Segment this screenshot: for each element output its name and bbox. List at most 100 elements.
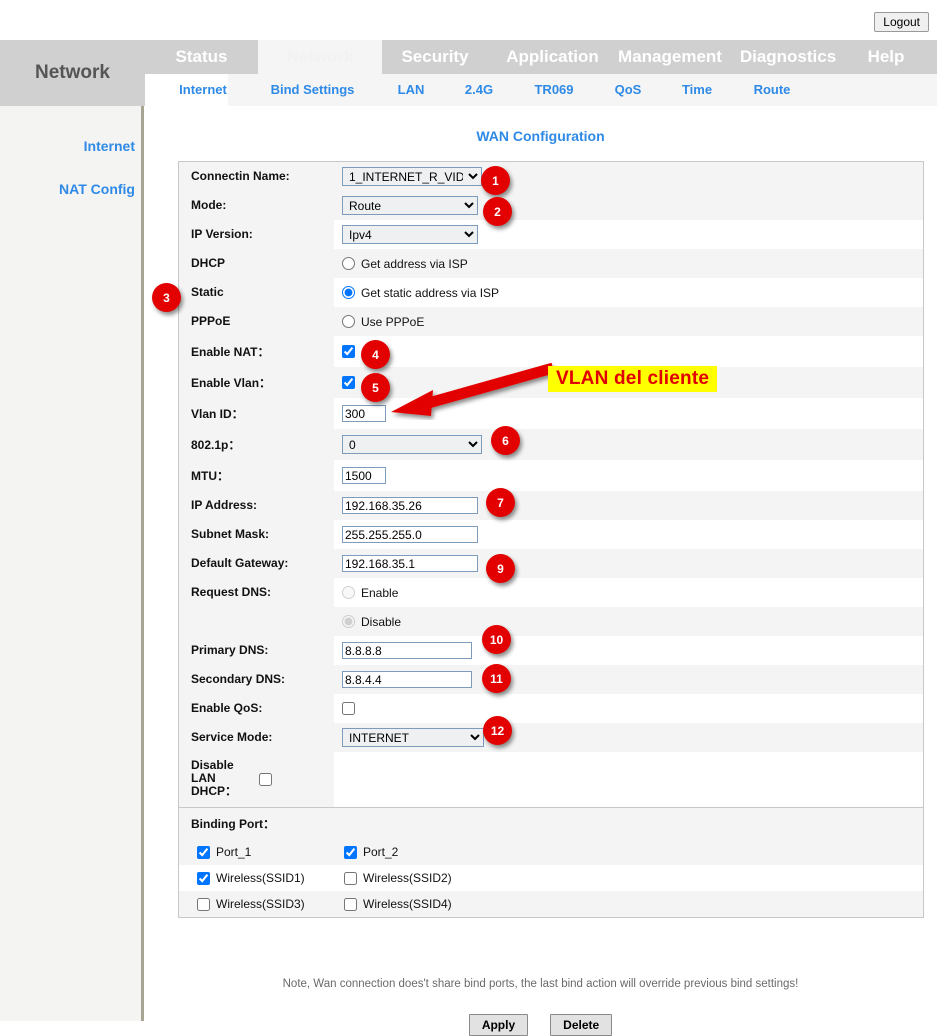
sidebar: Internet NAT Config [0,106,144,1021]
port2-label: Port_2 [363,845,398,859]
apply-button[interactable]: Apply [469,1014,528,1036]
request-dns-enable-group[interactable]: Enable [342,586,398,600]
disable-lan-dhcp-checkbox[interactable] [259,773,272,786]
vlan-id-input[interactable] [342,405,386,422]
request-dns-disable-radio[interactable] [342,615,355,628]
request-dns-enable-radio[interactable] [342,586,355,599]
label-static: Static [179,278,334,307]
row-enable-qos: Enable QoS: [179,694,923,723]
row-binding-port-header: Binding Port： [179,807,923,839]
label-secondary-dns: Secondary DNS: [179,665,334,694]
label-binding-port: Binding Port： [179,808,334,839]
value-default-gateway [334,549,923,578]
binding-cell-ssid2[interactable]: Wireless(SSID2) [334,865,923,891]
dhcp-radio-group[interactable]: Get address via ISP [342,257,468,271]
port1-checkbox[interactable] [197,846,210,859]
mtu-input[interactable] [342,467,386,484]
row-default-gateway: Default Gateway: [179,549,923,578]
main-tab-network[interactable]: Network [258,40,382,74]
sub-tab-tr069[interactable]: TR069 [519,74,589,106]
row-disable-lan-dhcp: Disable LAN DHCP： [179,752,923,807]
value-mtu [334,460,923,491]
enable-nat-checkbox[interactable] [342,345,355,358]
annotation-badge-6: 6 [491,426,520,455]
sub-tab-internet[interactable]: Internet [158,74,248,106]
value-secondary-dns [334,665,923,694]
static-radio-group[interactable]: Get static address via ISP [342,286,499,300]
row-primary-dns: Primary DNS: [179,636,923,665]
sidebar-item-internet[interactable]: Internet [84,138,135,154]
annotation-badge-11: 11 [482,664,511,693]
secondary-dns-input[interactable] [342,671,472,688]
ssid3-checkbox[interactable] [197,898,210,911]
label-pppoe: PPPoE [179,307,334,336]
connection-name-select[interactable]: 1_INTERNET_R_VID_300 [342,167,482,186]
label-enable-vlan: Enable Vlan： [179,367,334,398]
label-subnet-mask: Subnet Mask: [179,520,334,549]
label-vlan-id: Vlan ID： [179,398,334,429]
ip-address-input[interactable] [342,497,478,514]
value-ip-address [334,491,923,520]
delete-button[interactable]: Delete [550,1014,612,1036]
sub-tab-route[interactable]: Route [738,74,806,106]
mode-select[interactable]: Route [342,196,478,215]
static-radio[interactable] [342,286,355,299]
binding-cell-ssid1[interactable]: Wireless(SSID1) [179,865,334,891]
pppoe-radio-group[interactable]: Use PPPoE [342,315,424,329]
main-tab-status[interactable]: Status [145,40,258,74]
enable-qos-checkbox[interactable] [342,702,355,715]
ssid2-checkbox[interactable] [344,872,357,885]
row-connection-name: Connectin Name: 1_INTERNET_R_VID_300 [179,162,923,191]
row-static: Static Get static address via ISP [179,278,923,307]
primary-dns-input[interactable] [342,642,472,659]
ssid1-checkbox[interactable] [197,872,210,885]
dhcp-radio[interactable] [342,257,355,270]
default-gateway-input[interactable] [342,555,478,572]
binding-cell-port2[interactable]: Port_2 [334,839,923,865]
form-buttons: Apply Delete [144,1014,937,1036]
main-tab-help[interactable]: Help [853,40,919,74]
row-mode: Mode: Route [179,191,923,220]
main-tab-security[interactable]: Security [382,40,488,74]
label-dhcp: DHCP [179,249,334,278]
annotation-badge-5: 5 [361,373,390,402]
value-static: Get static address via ISP [334,278,923,307]
binding-cell-port1[interactable]: Port_1 [179,839,334,865]
request-dns-enable-label: Enable [361,586,398,600]
binding-cell-ssid4[interactable]: Wireless(SSID4) [334,891,923,917]
row-service-mode: Service Mode: INTERNET [179,723,923,752]
main-tab-diagnostics[interactable]: Diagnostics [723,40,853,74]
label-mtu: MTU： [179,460,334,491]
label-primary-dns: Primary DNS: [179,636,334,665]
sidebar-item-nat-config[interactable]: NAT Config [59,181,135,197]
sub-tab-time[interactable]: Time [667,74,727,106]
sub-tab-bind-settings[interactable]: Bind Settings [250,74,375,106]
subnet-mask-input[interactable] [342,526,478,543]
annotation-arrow-icon [385,360,560,420]
row-ip-version: IP Version: Ipv4 [179,220,923,249]
service-mode-select[interactable]: INTERNET [342,728,484,747]
port2-checkbox[interactable] [344,846,357,859]
label-request-dns: Request DNS: [179,578,334,607]
dhcp-option-label: Get address via ISP [361,257,468,271]
enable-vlan-checkbox[interactable] [342,376,355,389]
binding-row-2: Wireless(SSID1) Wireless(SSID2) [179,865,923,891]
sub-tab-24g[interactable]: 2.4G [449,74,509,106]
main-tab-application[interactable]: Application [488,40,617,74]
request-dns-disable-group[interactable]: Disable [342,615,401,629]
ip-version-select[interactable]: Ipv4 [342,225,478,244]
logout-button[interactable]: Logout [874,12,929,32]
dot1p-select[interactable]: 0 [342,435,482,454]
binding-cell-ssid3[interactable]: Wireless(SSID3) [179,891,334,917]
value-primary-dns [334,636,923,665]
pppoe-radio[interactable] [342,315,355,328]
bind-note: Note, Wan connection does't share bind p… [144,978,937,990]
sub-tab-qos[interactable]: QoS [598,74,658,106]
label-ip-version: IP Version: [179,220,334,249]
content-area: Internet NAT Config WAN Configuration Co… [0,106,937,1021]
main-panel: WAN Configuration Connectin Name: 1_INTE… [144,106,937,1021]
disable-lan-dhcp-filler [334,752,923,807]
ssid4-checkbox[interactable] [344,898,357,911]
main-tab-management[interactable]: Management [617,40,723,74]
sub-tab-lan[interactable]: LAN [381,74,441,106]
